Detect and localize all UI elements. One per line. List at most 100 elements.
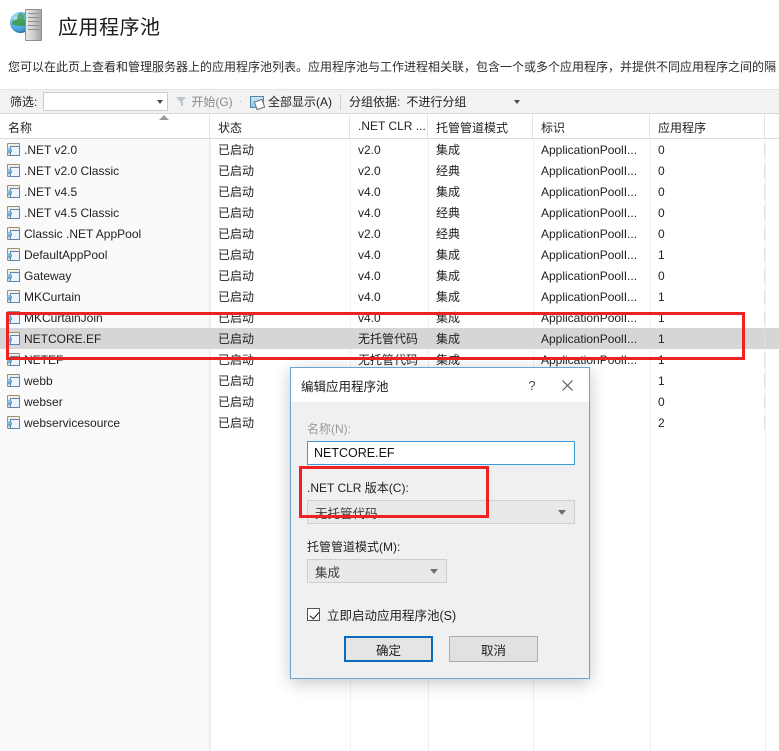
name-field-label: 名称(N): <box>307 422 351 436</box>
start-pool-label: 立即启动应用程序池(S) <box>327 609 457 623</box>
app-pool-name: .NET v2.0 Classic <box>24 163 120 178</box>
pool-name-input[interactable] <box>307 441 575 465</box>
column-header-identity[interactable]: 标识 <box>533 115 650 138</box>
filter-input-wrap[interactable] <box>43 92 169 111</box>
start-pool-checkbox-row[interactable]: 立即启动应用程序池(S) <box>307 605 573 624</box>
app-pool-icon <box>7 143 20 156</box>
cancel-button[interactable]: 取消 <box>449 636 538 662</box>
cell-pipeline-mode: 集成 <box>436 185 461 199</box>
help-icon[interactable]: ? <box>521 375 543 395</box>
dialog-button-row: 确定 取消 <box>291 636 591 662</box>
cell-name: DefaultAppPool <box>0 248 210 262</box>
column-header-name[interactable]: 名称 <box>0 115 210 138</box>
page-description: 您可以在此页上查看和管理服务器上的应用程序池列表。应用程序池与工作进程相关联，包… <box>8 60 777 74</box>
app-pool-icon <box>7 248 20 261</box>
cell-state: 已启动 <box>218 269 255 283</box>
cell-applications: 1 <box>650 289 765 304</box>
cell-state: 已启动 <box>218 143 255 157</box>
cell-applications: 1 <box>650 331 765 346</box>
ok-button[interactable]: 确定 <box>344 636 433 662</box>
cell-applications: 0 <box>650 142 765 157</box>
pipeline-mode-select[interactable]: 集成 <box>307 559 447 583</box>
app-pool-name: .NET v4.5 Classic <box>24 205 120 220</box>
cell-applications: 1 <box>650 247 765 262</box>
clr-version-value: 无托管代码 <box>315 506 378 521</box>
cell-identity: ApplicationPoolI... <box>541 247 638 262</box>
column-header-clr-version[interactable]: .NET CLR ... <box>350 115 428 138</box>
show-all-button[interactable]: 全部显示(A) <box>250 93 332 110</box>
table-row[interactable]: .NET v4.5 已启动 v4.0 集成 ApplicationPoolI... 0 <box>0 181 779 202</box>
cell-pipeline-mode: 集成 <box>436 353 461 367</box>
table-row[interactable]: .NET v2.0 已启动 v2.0 集成 ApplicationPoolI... 0 <box>0 139 779 160</box>
cell-name: MKCurtainJoin <box>0 311 210 325</box>
app-pool-icon <box>7 185 20 198</box>
cell-clr-version: v4.0 <box>358 205 381 220</box>
cell-state: 已启动 <box>218 311 255 325</box>
clr-version-select[interactable]: 无托管代码 <box>307 500 575 524</box>
cell-clr-version: v4.0 <box>358 268 381 283</box>
show-all-label: 全部显示(A) <box>268 95 333 109</box>
clr-version-label: .NET CLR 版本(C): <box>307 481 409 495</box>
cell-applications: 1 <box>650 310 765 325</box>
cell-name: NETEF <box>0 353 210 367</box>
toolbar-separator-dot: · <box>238 96 243 107</box>
app-pool-icon <box>7 353 20 366</box>
chevron-down-icon[interactable] <box>514 99 521 104</box>
column-header-pipeline-mode[interactable]: 托管管道模式 <box>428 115 533 138</box>
app-pool-name: MKCurtain <box>24 289 81 304</box>
start-pool-checkbox[interactable] <box>307 608 320 621</box>
group-by-select[interactable]: 不进行分组 <box>404 92 524 111</box>
column-header-state[interactable]: 状态 <box>210 115 350 138</box>
cell-identity: ApplicationPoolI... <box>541 310 638 325</box>
table-row[interactable]: .NET v2.0 Classic 已启动 v2.0 经典 ApplicationPoo… <box>0 160 779 181</box>
cell-identity: ApplicationPoolI... <box>541 142 638 157</box>
table-row[interactable]: .NET v4.5 Classic 已启动 v4.0 经典 ApplicationPoo… <box>0 202 779 223</box>
cell-applications: 2 <box>650 415 765 430</box>
table-row[interactable]: Classic .NET AppPool 已启动 v2.0 经典 Application… <box>0 223 779 244</box>
table-row[interactable]: NETCORE.EF 已启动 无托管代码 集成 ApplicationPoolI... 1 <box>0 328 779 349</box>
app-pool-name: webservicesource <box>24 415 121 430</box>
pipeline-mode-value: 集成 <box>315 565 341 580</box>
chevron-down-icon[interactable] <box>157 99 164 104</box>
filter-input[interactable] <box>44 93 158 110</box>
cell-name: .NET v4.5 <box>0 185 210 199</box>
funnel-icon <box>176 96 187 107</box>
close-icon[interactable] <box>551 373 583 397</box>
cell-applications: 0 <box>650 205 765 220</box>
cell-name: Classic .NET AppPool <box>0 227 210 241</box>
cell-identity: ApplicationPoolI... <box>541 163 638 178</box>
app-pool-name: webb <box>24 373 53 388</box>
cell-pipeline-mode: 集成 <box>436 269 461 283</box>
sort-ascending-icon <box>159 115 169 120</box>
cell-name: Gateway <box>0 269 210 283</box>
cell-identity: ApplicationPoolI... <box>541 205 638 220</box>
table-row[interactable]: MKCurtainJoin 已启动 v4.0 集成 ApplicationPoolI..… <box>0 307 779 328</box>
column-header-name-label: 名称 <box>8 121 33 135</box>
chevron-down-icon <box>430 568 438 574</box>
cell-state: 已启动 <box>218 248 255 262</box>
filter-toolbar: 筛选: 开始(G) · 全部显示(A) 分组依据: 不进行分组 <box>0 89 779 114</box>
cell-applications: 0 <box>650 184 765 199</box>
table-row[interactable]: MKCurtain 已启动 v4.0 集成 ApplicationPoolI... 1 <box>0 286 779 307</box>
table-row[interactable]: Gateway 已启动 v4.0 集成 ApplicationPoolI... 0 <box>0 265 779 286</box>
page-header: 应用程序池 <box>0 0 779 50</box>
cell-pipeline-mode: 经典 <box>436 227 461 241</box>
app-pool-icon <box>7 164 20 177</box>
group-by-value: 不进行分组 <box>406 95 467 109</box>
column-header-applications[interactable]: 应用程序 <box>650 115 765 138</box>
app-pool-icon <box>7 311 20 324</box>
cell-state: 已启动 <box>218 206 255 220</box>
cell-applications: 0 <box>650 268 765 283</box>
pipeline-mode-label: 托管管道模式(M): <box>307 540 401 554</box>
cell-applications: 0 <box>650 163 765 178</box>
app-pool-icon <box>7 416 20 429</box>
app-pool-name: Classic .NET AppPool <box>24 226 142 241</box>
cell-clr-version: v4.0 <box>358 310 381 325</box>
cell-clr-version: v2.0 <box>358 163 381 178</box>
start-filter-button[interactable]: 开始(G) <box>176 93 233 110</box>
table-row[interactable]: DefaultAppPool 已启动 v4.0 集成 ApplicationPoolI.… <box>0 244 779 265</box>
cell-clr-version: v4.0 <box>358 247 381 262</box>
cell-name: NETCORE.EF <box>0 332 210 346</box>
app-root: 应用程序池 您可以在此页上查看和管理服务器上的应用程序池列表。应用程序池与工作进… <box>0 0 779 751</box>
cell-clr-version: v4.0 <box>358 289 381 304</box>
